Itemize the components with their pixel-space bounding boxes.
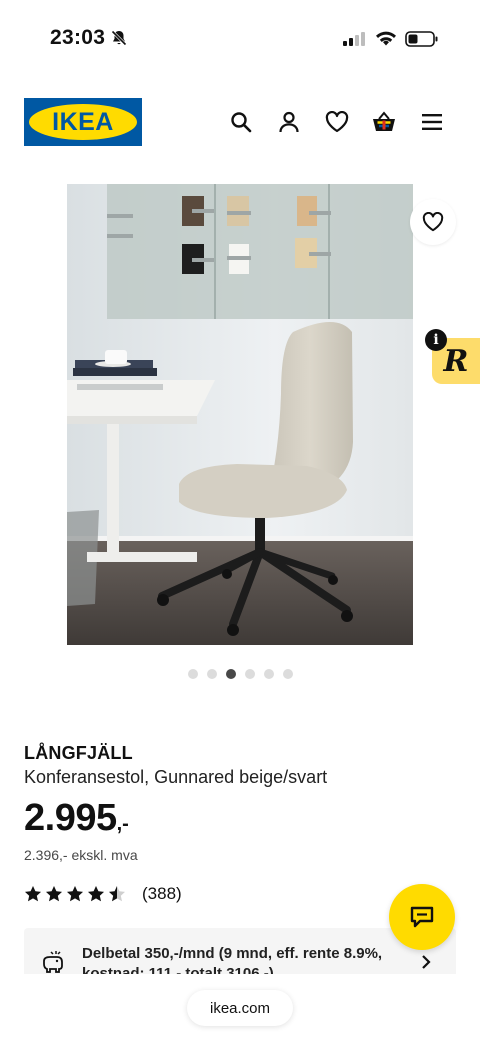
account-icon[interactable] xyxy=(275,108,303,136)
wifi-icon xyxy=(376,31,396,46)
search-icon[interactable] xyxy=(227,108,255,136)
logo-oval: IKEA xyxy=(29,104,137,140)
carousel-dot[interactable] xyxy=(282,669,293,679)
logo-text: IKEA xyxy=(52,107,114,136)
cart-icon[interactable] xyxy=(370,108,398,136)
chevron-right-icon xyxy=(422,955,431,969)
star-icon xyxy=(88,886,104,902)
carousel-dot[interactable] xyxy=(206,669,217,679)
carousel-dot[interactable] xyxy=(225,669,236,679)
browser-bottom-bar: ikea.com xyxy=(0,974,480,1044)
piggy-bank-icon xyxy=(43,951,63,973)
product-image[interactable] xyxy=(67,184,413,645)
battery-icon xyxy=(405,31,438,47)
status-bar: 23:03 xyxy=(0,0,480,78)
price-amount: 2.995 xyxy=(24,797,117,839)
carousel-dots xyxy=(0,669,480,679)
bell-slash-icon xyxy=(111,30,127,46)
star-icon xyxy=(25,886,41,902)
carousel-dot[interactable] xyxy=(263,669,274,679)
rating[interactable]: (388) xyxy=(24,884,182,904)
info-icon[interactable]: i xyxy=(425,329,447,351)
save-favorite-button[interactable] xyxy=(410,199,456,245)
rating-count: (388) xyxy=(142,884,182,903)
rating-stars xyxy=(24,885,126,903)
financing-option[interactable]: Delbetal 350,-/mnd (9 mnd, eff. rente 8.… xyxy=(24,928,456,974)
ikea-logo[interactable]: IKEA xyxy=(24,98,142,146)
product-name: LÅNGFJÄLL xyxy=(24,743,133,763)
menu-icon[interactable] xyxy=(418,108,446,136)
heart-icon[interactable] xyxy=(323,108,351,136)
product-description: Konferansestol, Gunnared beige/svart xyxy=(24,767,328,787)
carousel-dot[interactable] xyxy=(244,669,255,679)
status-time: 23:03 xyxy=(50,26,106,49)
chat-icon xyxy=(410,906,434,928)
price-ex-vat: 2.396,- ekskl. mva xyxy=(24,847,138,863)
price-suffix: ,- xyxy=(116,813,129,835)
financing-text: Delbetal 350,-/mnd (9 mnd, eff. rente 8.… xyxy=(82,945,383,974)
star-icon xyxy=(46,886,62,902)
signal-icon xyxy=(343,32,365,46)
carousel-dot[interactable] xyxy=(187,669,198,679)
price: 2.995 ,- xyxy=(24,797,129,840)
site-header: IKEA xyxy=(0,96,480,148)
product-photo xyxy=(67,184,413,645)
star-icon xyxy=(67,886,83,902)
heart-outline-icon xyxy=(422,212,444,232)
chat-button[interactable] xyxy=(389,884,455,950)
url-bar[interactable]: ikea.com xyxy=(187,990,293,1026)
star-icon xyxy=(109,886,125,902)
r-logo-icon: R xyxy=(443,343,469,379)
